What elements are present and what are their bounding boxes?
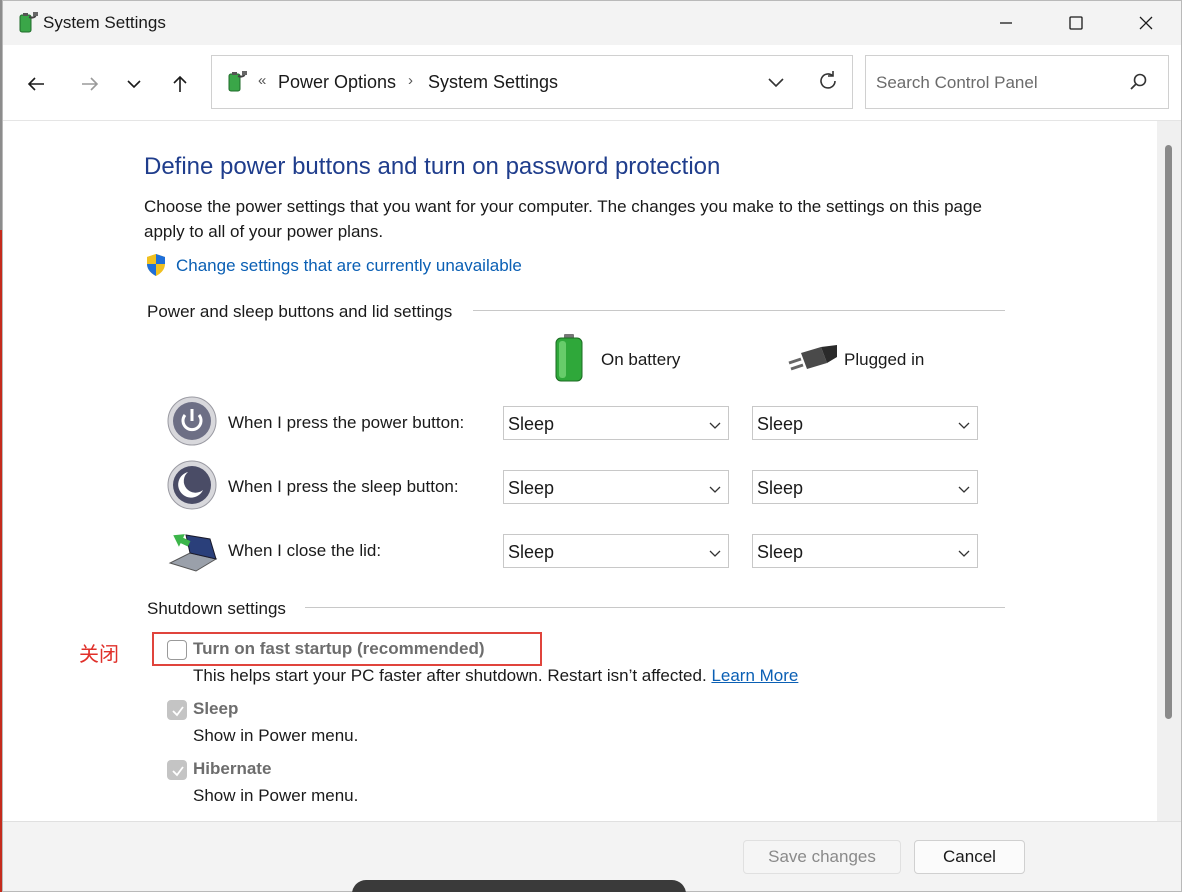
up-arrow-icon	[173, 75, 187, 92]
section-divider	[473, 310, 1005, 311]
window-title: System Settings	[43, 13, 166, 32]
power-button-label: When I press the power button:	[228, 413, 465, 432]
address-overflow[interactable]: «	[258, 72, 266, 89]
maximize-button[interactable]	[1041, 1, 1111, 45]
up-button[interactable]	[165, 69, 195, 99]
chevron-down-icon	[709, 422, 721, 429]
forward-button[interactable]	[75, 69, 105, 99]
save-changes-button[interactable]: Save changes	[743, 840, 901, 874]
sleep-button-plugged-select[interactable]: Sleep	[752, 470, 978, 504]
address-dropdown-icon[interactable]	[764, 70, 788, 94]
page-title: Define power buttons and turn on passwor…	[144, 153, 721, 180]
power-button-icon	[167, 396, 217, 446]
checkmark-icon	[172, 766, 184, 777]
chevron-down-icon	[958, 422, 970, 429]
chevron-down-icon	[709, 550, 721, 557]
close-icon	[1139, 16, 1153, 30]
search-box[interactable]	[865, 55, 1169, 109]
laptop-lid-icon	[168, 534, 218, 572]
sleep-option-label[interactable]: Sleep	[193, 699, 238, 719]
search-input[interactable]	[876, 70, 1126, 96]
fast-startup-description: This helps start your PC faster after sh…	[193, 666, 798, 686]
shutdown-section-title: Shutdown settings	[147, 599, 298, 619]
forward-arrow-icon	[82, 77, 99, 91]
refresh-icon[interactable]	[816, 69, 840, 93]
battery-icon	[555, 334, 583, 382]
hibernate-checkbox[interactable]	[167, 760, 187, 780]
sleep-button-battery-select[interactable]: Sleep	[503, 470, 729, 504]
power-button-battery-select[interactable]: Sleep	[503, 406, 729, 440]
sleep-option-description: Show in Power menu.	[193, 726, 359, 745]
main-content: Define power buttons and turn on passwor…	[3, 121, 1157, 821]
recent-locations-button[interactable]	[119, 69, 149, 99]
minimize-icon	[1000, 22, 1012, 24]
maximize-icon	[1069, 16, 1083, 30]
select-value: Sleep	[508, 478, 555, 498]
fast-startup-description-text: This helps start your PC faster after sh…	[193, 666, 707, 685]
close-lid-battery-select[interactable]: Sleep	[503, 534, 729, 568]
select-value: Sleep	[757, 478, 804, 498]
fast-startup-label[interactable]: Turn on fast startup (recommended)	[193, 639, 485, 659]
checkmark-icon	[172, 706, 184, 717]
power-plug-icon	[788, 345, 837, 371]
select-value: Sleep	[757, 542, 804, 562]
breadcrumb-power-options[interactable]: Power Options	[278, 72, 396, 93]
chevron-down-icon	[958, 486, 970, 493]
section-divider	[305, 607, 1005, 608]
close-lid-plugged-select[interactable]: Sleep	[752, 534, 978, 568]
learn-more-link[interactable]: Learn More	[711, 666, 798, 685]
back-button[interactable]	[21, 69, 51, 99]
change-unavailable-settings-link[interactable]: Change settings that are currently unava…	[176, 256, 522, 276]
chevron-down-icon	[709, 486, 721, 493]
hibernate-option-description: Show in Power menu.	[193, 786, 359, 805]
minimize-button[interactable]	[971, 1, 1041, 45]
breadcrumb-system-settings[interactable]: System Settings	[428, 72, 558, 93]
power-options-icon	[228, 71, 247, 92]
page-description: Choose the power settings that you want …	[144, 197, 982, 241]
chevron-down-icon	[958, 550, 970, 557]
title-bar: System Settings	[3, 1, 1181, 45]
cancel-button[interactable]: Cancel	[914, 840, 1025, 874]
hibernate-option-label[interactable]: Hibernate	[193, 759, 271, 779]
back-arrow-icon	[27, 77, 44, 91]
close-lid-label: When I close the lid:	[228, 541, 382, 560]
navigation-bar: « Power Options › System Settings	[3, 45, 1181, 121]
search-icon[interactable]	[1128, 71, 1150, 93]
fast-startup-checkbox[interactable]	[167, 640, 187, 660]
vertical-scrollbar[interactable]	[1157, 121, 1181, 821]
address-bar[interactable]: « Power Options › System Settings	[211, 55, 853, 109]
scrollbar-thumb[interactable]	[1165, 145, 1172, 719]
power-section-title: Power and sleep buttons and lid settings	[147, 302, 465, 322]
power-button-plugged-select[interactable]: Sleep	[752, 406, 978, 440]
close-button[interactable]	[1111, 1, 1181, 45]
sleep-button-label: When I press the sleep button:	[228, 477, 459, 496]
select-value: Sleep	[508, 414, 555, 434]
chevron-down-icon	[127, 80, 141, 89]
on-battery-label: On battery	[601, 350, 681, 369]
annotation-label: 关闭	[79, 642, 119, 666]
uac-shield-icon	[147, 254, 165, 276]
sleep-button-icon	[167, 460, 217, 510]
breadcrumb-separator[interactable]: ›	[408, 72, 413, 89]
taskbar-peek	[352, 880, 686, 892]
select-value: Sleep	[508, 542, 555, 562]
power-options-app-icon	[19, 12, 38, 33]
select-value: Sleep	[757, 414, 804, 434]
sleep-checkbox[interactable]	[167, 700, 187, 720]
plugged-in-label: Plugged in	[844, 350, 925, 369]
control-panel-window: System Settings « Power Options › System…	[2, 0, 1182, 892]
